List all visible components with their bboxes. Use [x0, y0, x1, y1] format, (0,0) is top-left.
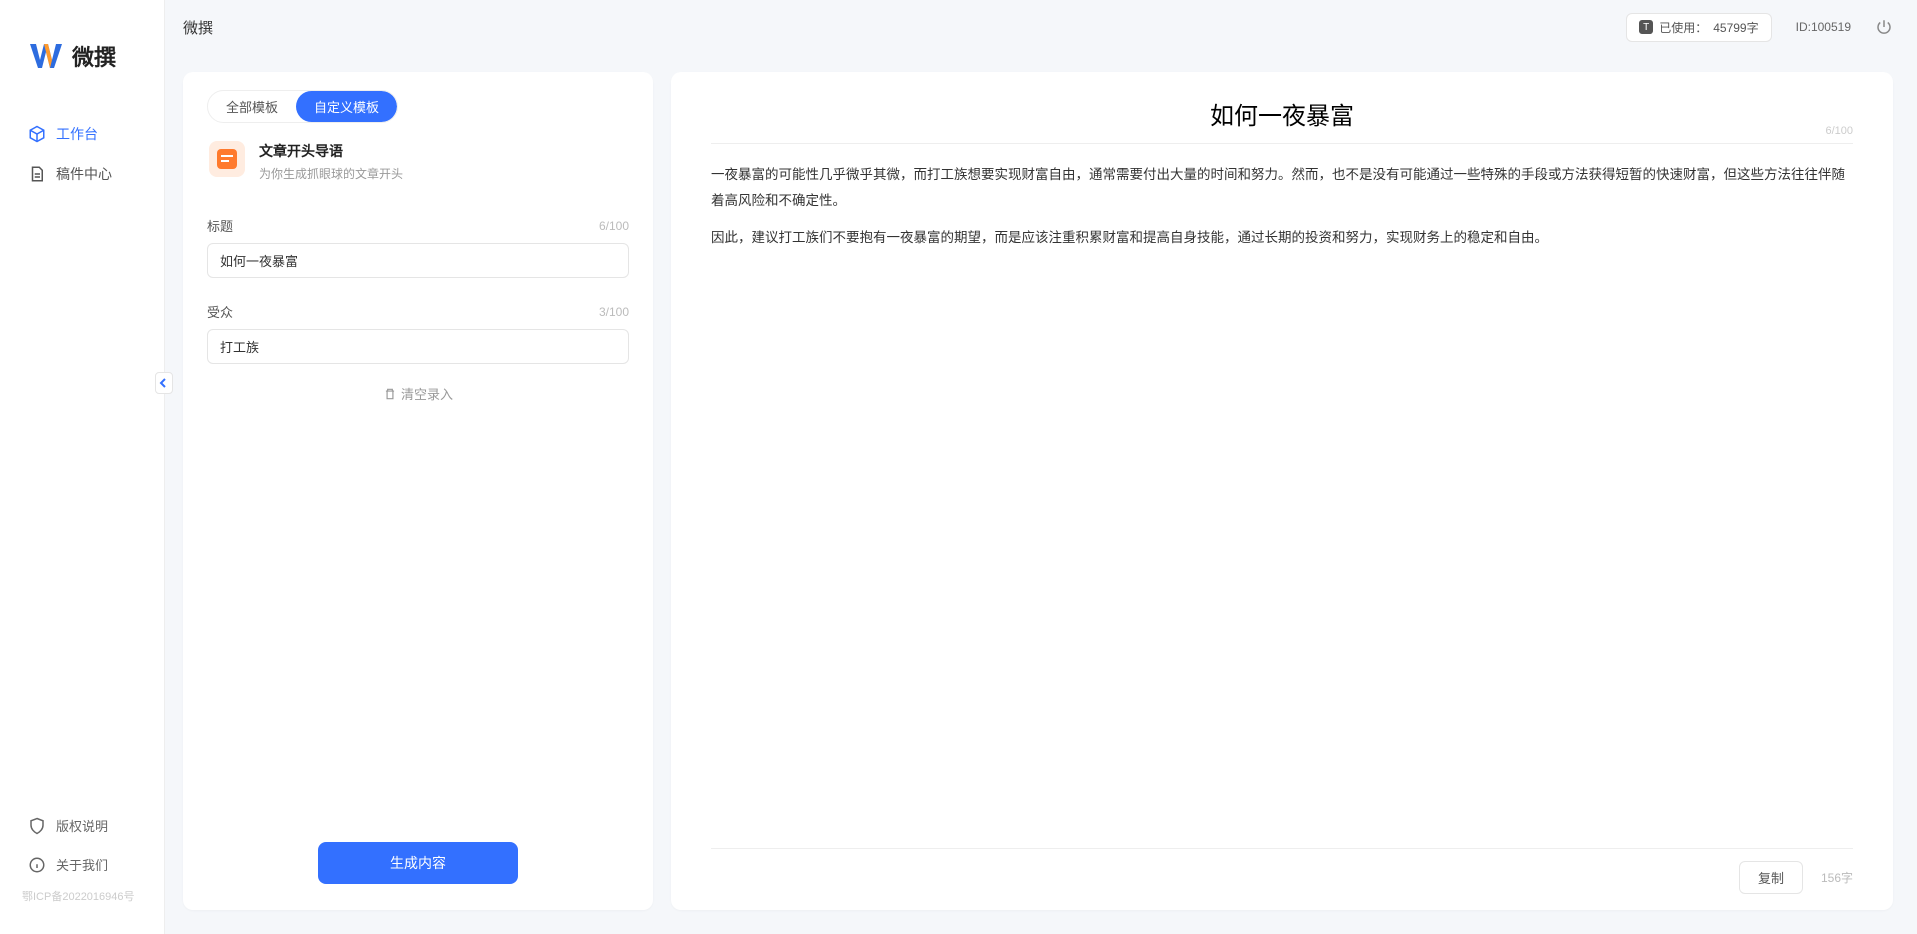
output-title: 如何一夜暴富	[1210, 96, 1354, 131]
usage-pill[interactable]: T 已使用： 45799字	[1626, 13, 1771, 42]
field-title: 标题 6/100	[207, 216, 629, 278]
sidebar-item-label: 版权说明	[56, 816, 108, 835]
template-tabs: 全部模板 自定义模板	[207, 90, 398, 123]
sidebar-item-label: 稿件中心	[56, 164, 112, 184]
template-desc: 为你生成抓眼球的文章开头	[259, 165, 403, 182]
sidebar-item-drafts[interactable]: 稿件中心	[0, 154, 164, 194]
output-paragraph: 一夜暴富的可能性几乎微乎其微，而打工族想要实现财富自由，通常需要付出大量的时间和…	[711, 162, 1853, 213]
sidebar-item-copyright[interactable]: 版权说明	[0, 806, 164, 845]
output-word-count: 156字	[1821, 869, 1853, 886]
sidebar: 微撰 工作台 稿件中心 版权说明 关于我们 鄂ICP备2022016946号	[0, 0, 165, 934]
user-id: ID:100519	[1796, 20, 1851, 34]
icp-text: 鄂ICP备2022016946号	[0, 884, 164, 914]
tab-all-templates[interactable]: 全部模板	[208, 91, 296, 122]
shield-icon	[28, 817, 46, 835]
field-audience-count: 3/100	[599, 305, 629, 319]
sidebar-item-workspace[interactable]: 工作台	[0, 114, 164, 154]
field-title-count: 6/100	[599, 219, 629, 233]
sidebar-item-label: 关于我们	[56, 855, 108, 874]
page-title: 微撰	[183, 17, 213, 38]
topbar: 微撰 T 已使用： 45799字 ID:100519	[165, 0, 1917, 54]
audience-input[interactable]	[207, 329, 629, 364]
clear-button[interactable]: 清空录入	[207, 384, 629, 403]
power-icon[interactable]	[1875, 18, 1893, 36]
logo: 微撰	[0, 0, 164, 104]
nav: 工作台 稿件中心	[0, 104, 164, 806]
generate-button[interactable]: 生成内容	[318, 842, 518, 884]
logo-icon	[28, 38, 64, 74]
logo-text: 微撰	[72, 40, 116, 72]
document-icon	[28, 165, 46, 183]
sidebar-collapse-handle[interactable]	[155, 372, 173, 394]
output-panel: 如何一夜暴富 6/100 一夜暴富的可能性几乎微乎其微，而打工族想要实现财富自由…	[671, 72, 1893, 910]
chevron-left-icon	[159, 378, 169, 388]
field-audience: 受众 3/100	[207, 302, 629, 364]
field-title-label: 标题	[207, 216, 233, 235]
title-input[interactable]	[207, 243, 629, 278]
sidebar-item-label: 工作台	[56, 124, 98, 144]
sidebar-item-about[interactable]: 关于我们	[0, 845, 164, 884]
template-title: 文章开头导语	[259, 141, 403, 161]
copy-button[interactable]: 复制	[1739, 861, 1803, 894]
template-icon	[209, 141, 245, 177]
field-audience-label: 受众	[207, 302, 233, 321]
text-icon: T	[1639, 20, 1653, 34]
footer-nav: 版权说明 关于我们 鄂ICP备2022016946号	[0, 806, 164, 934]
main: 微撰 T 已使用： 45799字 ID:100519 全部模板 自定义模板	[165, 0, 1917, 934]
template-card: 文章开头导语 为你生成抓眼球的文章开头	[207, 123, 629, 192]
output-title-count: 6/100	[1825, 125, 1853, 137]
clear-label: 清空录入	[401, 384, 453, 403]
output-body: 一夜暴富的可能性几乎微乎其微，而打工族想要实现财富自由，通常需要付出大量的时间和…	[711, 144, 1853, 848]
input-panel: 全部模板 自定义模板 文章开头导语 为你生成抓眼球的文章开头 标题 6/100	[183, 72, 653, 910]
trash-icon	[383, 387, 397, 401]
usage-label: 已使用：	[1659, 19, 1707, 36]
tab-custom-templates[interactable]: 自定义模板	[296, 91, 397, 122]
info-icon	[28, 856, 46, 874]
cube-icon	[28, 125, 46, 143]
output-paragraph: 因此，建议打工族们不要抱有一夜暴富的期望，而是应该注重积累财富和提高自身技能，通…	[711, 225, 1853, 251]
usage-value: 45799字	[1713, 19, 1758, 36]
